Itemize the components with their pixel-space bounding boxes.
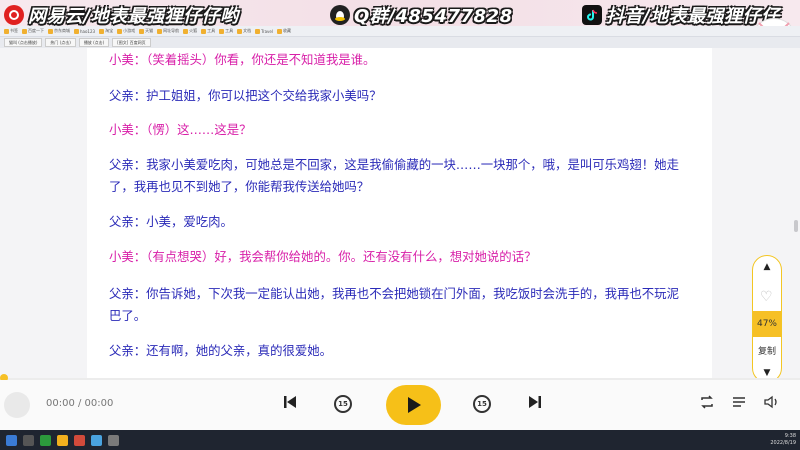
bookmark-item[interactable]: 工具 — [219, 28, 233, 34]
folder-icon — [201, 28, 207, 34]
taskbar-app-icon[interactable] — [91, 434, 102, 446]
bookmark-item[interactable]: 书签 — [4, 28, 18, 34]
bookmark-item[interactable]: 网址导航 — [157, 28, 179, 34]
dialogue-line: 父亲：我家小美爱吃肉，可她总是不回家，这是我偷偷藏的一块……一块那个，哦，是叫可… — [109, 157, 679, 194]
taskbar-app-icon[interactable] — [57, 434, 68, 446]
bookmark-item[interactable]: 百度一下 — [22, 28, 44, 34]
folder-icon — [255, 28, 261, 34]
qq-group-text: Q群/485477828 — [354, 6, 513, 27]
bookmark-item[interactable]: Travel — [255, 28, 273, 34]
bookmark-item[interactable]: 工具 — [201, 28, 215, 34]
folder-icon — [48, 28, 53, 34]
qq-group-segment: Q群/485477828 — [330, 2, 513, 28]
bookmark-item[interactable]: 火狐 — [183, 28, 197, 34]
read-progress-percent: 47% — [753, 311, 781, 337]
browser-tab-strip: 猫叫 (点击播放) 热门 (点击) 播放 (点击) [图文] 百度网页 — [0, 37, 800, 48]
folder-icon — [99, 28, 105, 34]
douyin-text: 抖音/地表最强狸仔仔 — [606, 6, 780, 27]
bookmark-item[interactable]: hao123 — [74, 28, 95, 34]
previous-track-icon[interactable] — [282, 394, 298, 414]
folder-icon — [219, 28, 225, 34]
bookmark-item[interactable]: 天猫 — [139, 28, 153, 34]
browser-tab[interactable]: [图文] 百度网页 — [112, 38, 151, 47]
folder-icon — [276, 28, 282, 34]
bookmark-item[interactable]: 小游戏 — [117, 28, 135, 34]
loop-icon[interactable] — [700, 395, 714, 413]
next-track-icon[interactable] — [527, 394, 543, 414]
bookmark-item[interactable]: 京东商城 — [48, 28, 70, 34]
system-tray-clock[interactable]: 9:38 2022/8/19 — [770, 433, 796, 447]
dialogue-line: 父亲：小美，爱吃肉。 — [109, 214, 233, 229]
browser-tab[interactable]: 播放 (点击) — [78, 38, 110, 47]
folder-icon — [4, 28, 9, 34]
bookmark-item[interactable]: 文档 — [237, 28, 251, 34]
netease-text: 网易云/地表最强狸仔仔哟 — [28, 6, 239, 27]
qq-penguin-icon — [330, 5, 350, 25]
side-tool-panel: ▲ ♡ 47% 复制 ▼ — [752, 255, 782, 383]
audio-player-bar: 00:00 / 00:00 15 15 — [0, 380, 800, 430]
folder-icon — [237, 28, 243, 34]
taskbar-app-icon[interactable] — [108, 434, 119, 446]
dialogue-line: 父亲：还有啊，她的父亲，真的很爱她。 — [109, 343, 333, 358]
heart-icon[interactable]: ♡ — [760, 289, 773, 305]
taskbar-app-icon[interactable] — [40, 434, 51, 446]
browser-tab[interactable]: 热门 (点击) — [45, 38, 76, 47]
dialogue-line: 小美：（有点想哭）好，我会帮你给她的。你。还有没有什么，想对她说的话？ — [109, 249, 537, 264]
play-button[interactable] — [386, 385, 441, 425]
script-content: 小美：（笑着摇头）你看，你还是不知道我是谁。 父亲：护工姐姐，你可以把这个交给我… — [87, 48, 712, 378]
copy-button[interactable]: 复制 — [753, 344, 781, 357]
browser-tab[interactable]: 猫叫 (点击播放) — [4, 38, 43, 47]
rewind-15-button[interactable]: 15 — [334, 395, 352, 413]
douyin-icon — [582, 5, 602, 25]
bookmark-item[interactable]: 收藏 — [276, 28, 291, 34]
start-icon[interactable] — [6, 434, 17, 446]
dialogue-line: 小美：（笑着摇头）你看，你还是不知道我是谁。 — [109, 52, 376, 67]
bookmark-item[interactable]: 淘宝 — [99, 28, 113, 34]
netease-segment: 网易云/地表最强狸仔仔哟 — [4, 2, 239, 28]
taskbar-app-icon[interactable] — [23, 434, 34, 446]
stream-overlay-banner: 网易云/地表最强狸仔仔哟 Q群/485477828 抖音/地表最强狸仔仔 — [0, 0, 800, 50]
folder-icon — [183, 28, 189, 34]
folder-icon — [117, 28, 123, 34]
page-scrollbar[interactable] — [794, 220, 798, 232]
forward-15-button[interactable]: 15 — [473, 395, 491, 413]
volume-icon[interactable] — [764, 395, 780, 413]
album-cover[interactable] — [4, 392, 30, 418]
play-icon — [407, 397, 421, 413]
folder-icon — [139, 28, 145, 34]
folder-icon — [157, 28, 163, 34]
taskbar-app-icon[interactable] — [74, 434, 85, 446]
playback-time: 00:00 / 00:00 — [46, 398, 114, 409]
scroll-up-button[interactable]: ▲ — [753, 262, 781, 272]
folder-icon — [22, 28, 27, 34]
dialogue-line: 小美：（愣）这……这是？ — [109, 122, 252, 137]
dialogue-line: 父亲：护工姐姐，你可以把这个交给我家小美吗？ — [109, 88, 382, 103]
os-taskbar: 9:38 2022/8/19 — [0, 430, 800, 450]
page-left-margin — [0, 48, 87, 378]
folder-icon — [74, 28, 79, 34]
netease-music-icon — [4, 5, 24, 25]
dialogue-line: 父亲：你告诉她，下次我一定能认出她，我再也不会把她锁在门外面，我吃饭时会洗手的，… — [109, 286, 679, 323]
scroll-down-button[interactable]: ▼ — [753, 368, 781, 378]
playlist-icon[interactable] — [732, 395, 746, 413]
douyin-segment: 抖音/地表最强狸仔仔 — [582, 2, 780, 28]
bookmarks-bar: 书签 百度一下 京东商城 hao123 淘宝 小游戏 天猫 网址导航 火狐 工具… — [0, 26, 800, 37]
